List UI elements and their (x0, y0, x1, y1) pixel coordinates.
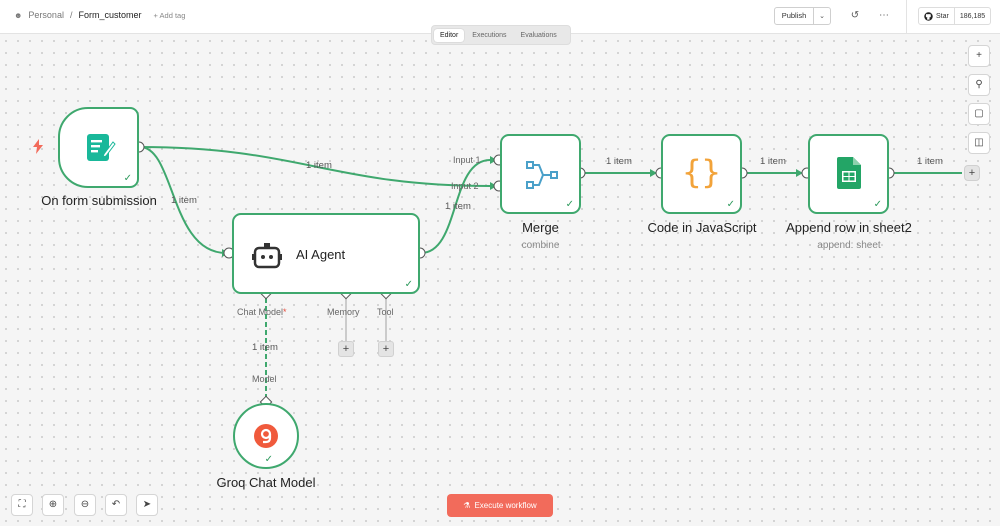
search-icon[interactable]: ⚲ (968, 74, 990, 96)
workflow-name[interactable]: Form_customer (78, 10, 141, 20)
edge-label: 1 item (445, 201, 471, 212)
more-options-icon[interactable]: ⋯ (876, 8, 892, 24)
merge-icon (526, 161, 558, 189)
chevron-down-icon[interactable]: ⌄ (814, 12, 830, 20)
port-label-memory: Memory (327, 307, 360, 317)
add-tag-button[interactable]: + Add tag (153, 11, 185, 20)
zoom-in-icon[interactable]: ⊕ (42, 494, 64, 516)
user-icon: ☻ (14, 10, 23, 20)
node-label: AI Agent (296, 247, 346, 262)
edge-label: 1 item (760, 156, 786, 167)
edge-label: 1 item (306, 160, 332, 171)
form-icon (87, 134, 116, 161)
add-memory-button[interactable]: + (338, 341, 354, 357)
github-star-label: Star (936, 12, 949, 20)
workflow-canvas[interactable] (0, 35, 1000, 526)
success-check-icon: ✓ (565, 199, 574, 210)
edge-label: 1 item (917, 156, 943, 167)
google-sheets-icon (837, 157, 861, 189)
github-star-count: 186,185 (959, 12, 986, 20)
fit-view-icon[interactable]: ⛶ (11, 494, 33, 516)
edge-label: 1 item (171, 195, 197, 206)
success-check-icon: ✓ (873, 199, 882, 210)
success-check-icon: ✓ (264, 454, 273, 465)
node-subtitle: append: sheet (817, 240, 881, 251)
pointer-icon[interactable]: ➤ (136, 494, 158, 516)
undo-icon[interactable]: ↶ (105, 494, 127, 516)
breadcrumb-separator: / (69, 10, 73, 20)
add-node-button[interactable]: + (964, 165, 980, 181)
connections (133, 141, 962, 409)
node-google-sheets[interactable]: ✓ (808, 134, 889, 214)
node-subtitle: combine (521, 240, 560, 251)
node-label: Merge (522, 220, 559, 235)
port-label-model: Model (252, 374, 277, 384)
sticky-note-icon[interactable]: ▢ (968, 103, 990, 125)
flask-icon: ⚗ (463, 501, 471, 510)
node-groq-chat-model[interactable]: ✓ (233, 403, 299, 469)
add-node-icon[interactable]: + (968, 45, 990, 67)
node-code[interactable]: {} ✓ (661, 134, 742, 214)
execute-workflow-button[interactable]: ⚗ Execute workflow (447, 494, 553, 517)
braces-icon: {} (682, 153, 721, 191)
panel-toggle-icon[interactable]: ◫ (968, 132, 990, 154)
publish-button[interactable]: Publish ⌄ (774, 7, 831, 25)
success-check-icon: ✓ (404, 279, 413, 290)
node-label: Append row in sheet2 (786, 220, 912, 235)
execute-workflow-label[interactable]: Execute workflow (474, 501, 536, 510)
groq-icon (254, 424, 278, 448)
node-label: Groq Chat Model (216, 475, 316, 490)
robot-icon (252, 243, 282, 269)
success-check-icon: ✓ (726, 199, 735, 210)
node-merge[interactable]: ✓ (500, 134, 581, 214)
required-asterisk: * (283, 307, 287, 317)
tab-executions[interactable]: Executions (466, 29, 512, 42)
edge-label: 1 item (252, 342, 278, 353)
divider (906, 0, 907, 34)
history-icon[interactable]: ↺ (847, 8, 863, 24)
success-check-icon: ✓ (123, 173, 132, 184)
port-label-chat-model: Chat Model* (237, 307, 287, 317)
node-label: Code in JavaScript (647, 220, 757, 235)
tab-editor[interactable]: Editor (434, 28, 465, 42)
breadcrumb-owner[interactable]: Personal (28, 10, 64, 20)
node-ai-agent[interactable]: AI Agent ✓ (232, 213, 420, 294)
github-star-button[interactable]: Star 186,185 (918, 7, 992, 25)
node-label: On form submission (41, 193, 157, 208)
lightning-icon (33, 139, 43, 154)
github-icon (924, 11, 933, 21)
port-label-input2: Input 2 (451, 181, 479, 191)
port-label-tool: Tool (377, 307, 394, 317)
breadcrumb: ☻ Personal / Form_customer + Add tag (14, 10, 185, 20)
edge-label: 1 item (606, 156, 632, 167)
node-form-trigger[interactable]: ✓ (58, 107, 139, 188)
port-label-input1: Input 1 (453, 155, 481, 165)
add-tool-button[interactable]: + (378, 341, 394, 357)
view-tabs: Editor Executions Evaluations (431, 25, 571, 45)
tab-evaluations[interactable]: Evaluations (515, 29, 563, 42)
zoom-out-icon[interactable]: ⊖ (74, 494, 96, 516)
publish-label[interactable]: Publish (775, 8, 814, 24)
chat-model-text: Chat Model (237, 307, 284, 317)
